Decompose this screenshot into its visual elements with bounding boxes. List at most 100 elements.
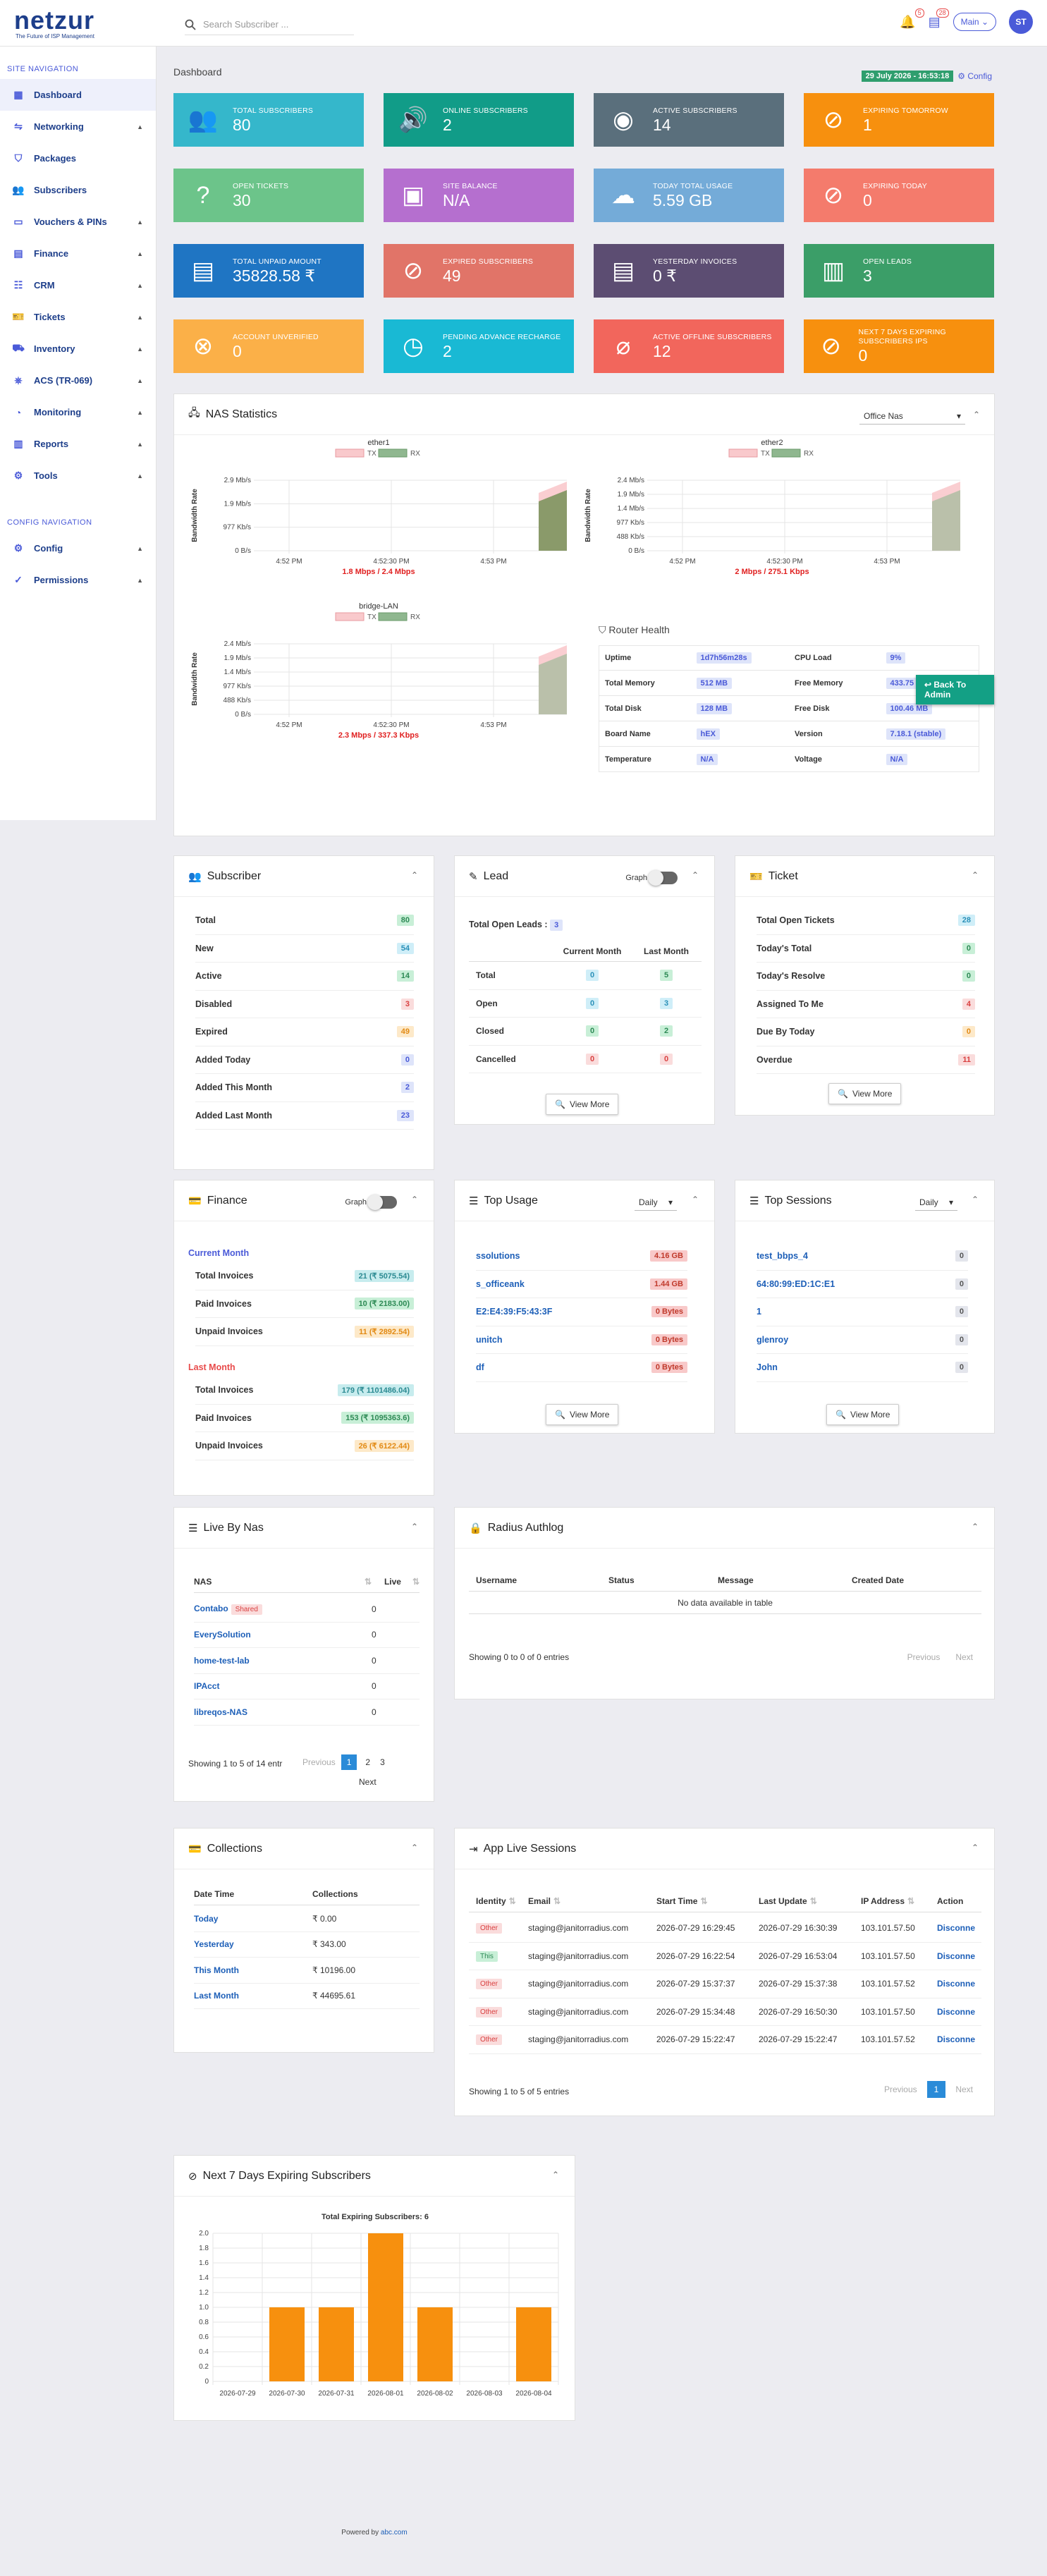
sidebar-item-networking[interactable]: ⇋ Networking ▲ (0, 111, 156, 142)
nas-link[interactable]: EverySolution (194, 1630, 251, 1640)
collapse-icon[interactable]: ⌃ (972, 870, 979, 880)
back-to-admin-button[interactable]: ↩ Back To Admin (916, 675, 994, 704)
sidebar-item-reports[interactable]: ▥ Reports ▲ (0, 428, 156, 460)
config-link[interactable]: ⚙ Config (957, 71, 992, 81)
sort-icon[interactable]: ⇅ (810, 1896, 817, 1906)
stat-tile-expiring-today[interactable]: ⊘ Expiring Today 0 (804, 169, 994, 222)
stat-tile-active-subscribers[interactable]: ◉ Active Subscribers 14 (594, 93, 784, 147)
pagination-page[interactable]: 2 (364, 1754, 372, 1770)
nas-link[interactable]: IPAcct (194, 1681, 219, 1691)
collapse-icon[interactable]: ⌃ (972, 1843, 979, 1852)
sidebar-item-monitoring[interactable]: ◔ Monitoring ▲ (0, 396, 156, 428)
pagination-next[interactable]: Next (955, 1652, 973, 1662)
top-sessions-view-more-button[interactable]: 🔍 View More (826, 1404, 900, 1425)
stat-tile-site-balance[interactable]: ▣ Site Balance N/A (384, 169, 574, 222)
collapse-icon[interactable]: ⌃ (552, 2170, 559, 2180)
row-link[interactable]: df (476, 1362, 484, 1372)
sidebar-item-crm[interactable]: ☷ CRM ▲ (0, 269, 156, 301)
stat-tile-active-offline-subscribers[interactable]: ⌀ Active Offline Subscribers 12 (594, 319, 784, 373)
logo[interactable]: netzur (14, 8, 94, 33)
collapse-icon[interactable]: ⌃ (692, 870, 699, 880)
nas-select[interactable]: Office Nas ▾ (859, 408, 965, 425)
collapse-icon[interactable]: ⌃ (411, 1843, 418, 1852)
sidebar-item-packages[interactable]: ⛉ Packages (0, 142, 156, 174)
stat-tile-pending-advance-recharge[interactable]: ◷ Pending Advance Recharge 2 (384, 319, 574, 373)
pagination-previous[interactable]: Previous (884, 2084, 917, 2094)
top-sessions-period-select[interactable]: Daily ▾ (915, 1195, 957, 1211)
stat-tile-total-unpaid-amount[interactable]: ▤ Total Unpaid Amount 35828.58 ₹ (173, 244, 364, 298)
collection-period-link[interactable]: Today (194, 1914, 312, 1924)
sidebar-item-subscribers[interactable]: 👥 Subscribers (0, 174, 156, 206)
ticket-view-more-button[interactable]: 🔍 View More (828, 1083, 902, 1104)
footer-company-link[interactable]: abc.com (381, 2529, 408, 2537)
nas-link[interactable]: home-test-lab (194, 1656, 250, 1666)
stat-tile-expiring-tomorrow[interactable]: ⊘ Expiring Tomorrow 1 (804, 93, 994, 147)
pagination-next[interactable]: Next (359, 1777, 376, 1787)
disconnect-link[interactable]: Disconne (937, 1951, 975, 1961)
stat-tile-online-subscribers[interactable]: 🔊 Online Subscribers 2 (384, 93, 574, 147)
pagination-previous[interactable]: Previous (302, 1757, 336, 1767)
disconnect-link[interactable]: Disconne (937, 1923, 975, 1933)
collapse-icon[interactable]: ⌃ (972, 1195, 979, 1204)
nas-link[interactable]: libreqos-NAS (194, 1707, 247, 1717)
sidebar-item-tools[interactable]: ⚙ Tools ▲ (0, 460, 156, 492)
sidebar-item-acs-tr-069[interactable]: ⎈ ACS (TR-069) ▲ (0, 365, 156, 396)
sort-icon[interactable]: ⇅ (553, 1896, 561, 1906)
row-link[interactable]: 1 (757, 1307, 761, 1317)
pagination-previous[interactable]: Previous (907, 1652, 941, 1662)
collapse-icon[interactable]: ⌃ (972, 1522, 979, 1532)
pagination-page[interactable]: 1 (926, 2081, 946, 2098)
finance-graph-toggle[interactable]: Graph (345, 1195, 397, 1210)
row-link[interactable]: 64:80:99:ED:1C:E1 (757, 1279, 835, 1289)
pagination-next[interactable]: Next (955, 2084, 973, 2094)
pagination-page[interactable]: 1 (341, 1754, 357, 1770)
pagination-page[interactable]: 3 (379, 1754, 386, 1770)
sidebar-item-tickets[interactable]: 🎫 Tickets ▲ (0, 301, 156, 333)
sidebar-item-vouchers-pins[interactable]: ▭ Vouchers & PINs ▲ (0, 206, 156, 238)
stat-tile-open-leads[interactable]: ▥ Open Leads 3 (804, 244, 994, 298)
disconnect-link[interactable]: Disconne (937, 1979, 975, 1989)
main-site-selector[interactable]: Main ⌄ (953, 13, 996, 31)
search-box[interactable]: Search Subscriber ... (185, 14, 354, 35)
row-link[interactable]: ssolutions (476, 1251, 520, 1261)
collapse-icon[interactable]: ⌃ (411, 1195, 418, 1204)
collapse-icon[interactable]: ⌃ (692, 1195, 699, 1204)
lead-graph-toggle[interactable]: Graph (625, 870, 678, 886)
top-usage-period-select[interactable]: Daily ▾ (635, 1195, 677, 1211)
row-link[interactable]: s_officeank (476, 1279, 525, 1289)
sidebar-item-config[interactable]: ⚙ Config ▲ (0, 532, 156, 564)
sort-icon[interactable]: ⇅ (509, 1896, 516, 1906)
row-link[interactable]: test_bbps_4 (757, 1251, 808, 1261)
row-link[interactable]: E2:E4:39:F5:43:3F (476, 1307, 552, 1317)
disconnect-link[interactable]: Disconne (937, 2007, 975, 2017)
sidebar-item-inventory[interactable]: ⛟ Inventory ▲ (0, 333, 156, 365)
collapse-icon[interactable]: ⌃ (973, 410, 980, 420)
nas-link[interactable]: Contabo (194, 1604, 228, 1613)
stat-tile-expired-subscribers[interactable]: ⊘ Expired Subscribers 49 (384, 244, 574, 298)
stat-tile-account-unverified[interactable]: ⊗ Account Unverified 0 (173, 319, 364, 373)
notification-bell-icon[interactable]: 🔔 5 (900, 8, 924, 30)
stat-tile-next-7-days-expiring-subscribers-ips[interactable]: ⊘ Next 7 Days Expiring Subscribers IPS 0 (804, 319, 994, 373)
search-input[interactable]: Search Subscriber ... (203, 19, 288, 30)
sort-icon[interactable]: ⇅ (700, 1896, 707, 1906)
row-link[interactable]: unitch (476, 1335, 503, 1345)
stat-tile-yesterday-invoices[interactable]: ▤ Yesterday Invoices 0 ₹ (594, 244, 784, 298)
top-usage-view-more-button[interactable]: 🔍 View More (546, 1404, 619, 1425)
collection-period-link[interactable]: Last Month (194, 1991, 312, 2001)
stat-tile-today-total-usage[interactable]: ☁ Today Total Usage 5.59 GB (594, 169, 784, 222)
row-link[interactable]: glenroy (757, 1335, 788, 1345)
ticket-notification-icon[interactable]: ▤ 28 (929, 8, 949, 30)
sidebar-item-finance[interactable]: ▤ Finance ▲ (0, 238, 156, 269)
collection-period-link[interactable]: This Month (194, 1965, 312, 1975)
lead-view-more-button[interactable]: 🔍 View More (546, 1094, 619, 1115)
sidebar-item-dashboard[interactable]: ▦ Dashboard (0, 79, 156, 111)
collection-period-link[interactable]: Yesterday (194, 1939, 312, 1949)
avatar[interactable]: ST (1009, 10, 1033, 34)
collapse-icon[interactable]: ⌃ (411, 870, 418, 880)
sidebar-item-permissions[interactable]: ✓ Permissions ▲ (0, 564, 156, 596)
sort-icon[interactable]: ⇅ (907, 1896, 914, 1906)
stat-tile-open-tickets[interactable]: ? Open Tickets 30 (173, 169, 364, 222)
collapse-icon[interactable]: ⌃ (411, 1522, 418, 1532)
stat-tile-total-subscribers[interactable]: 👥 Total Subscribers 80 (173, 93, 364, 147)
row-link[interactable]: John (757, 1362, 778, 1372)
